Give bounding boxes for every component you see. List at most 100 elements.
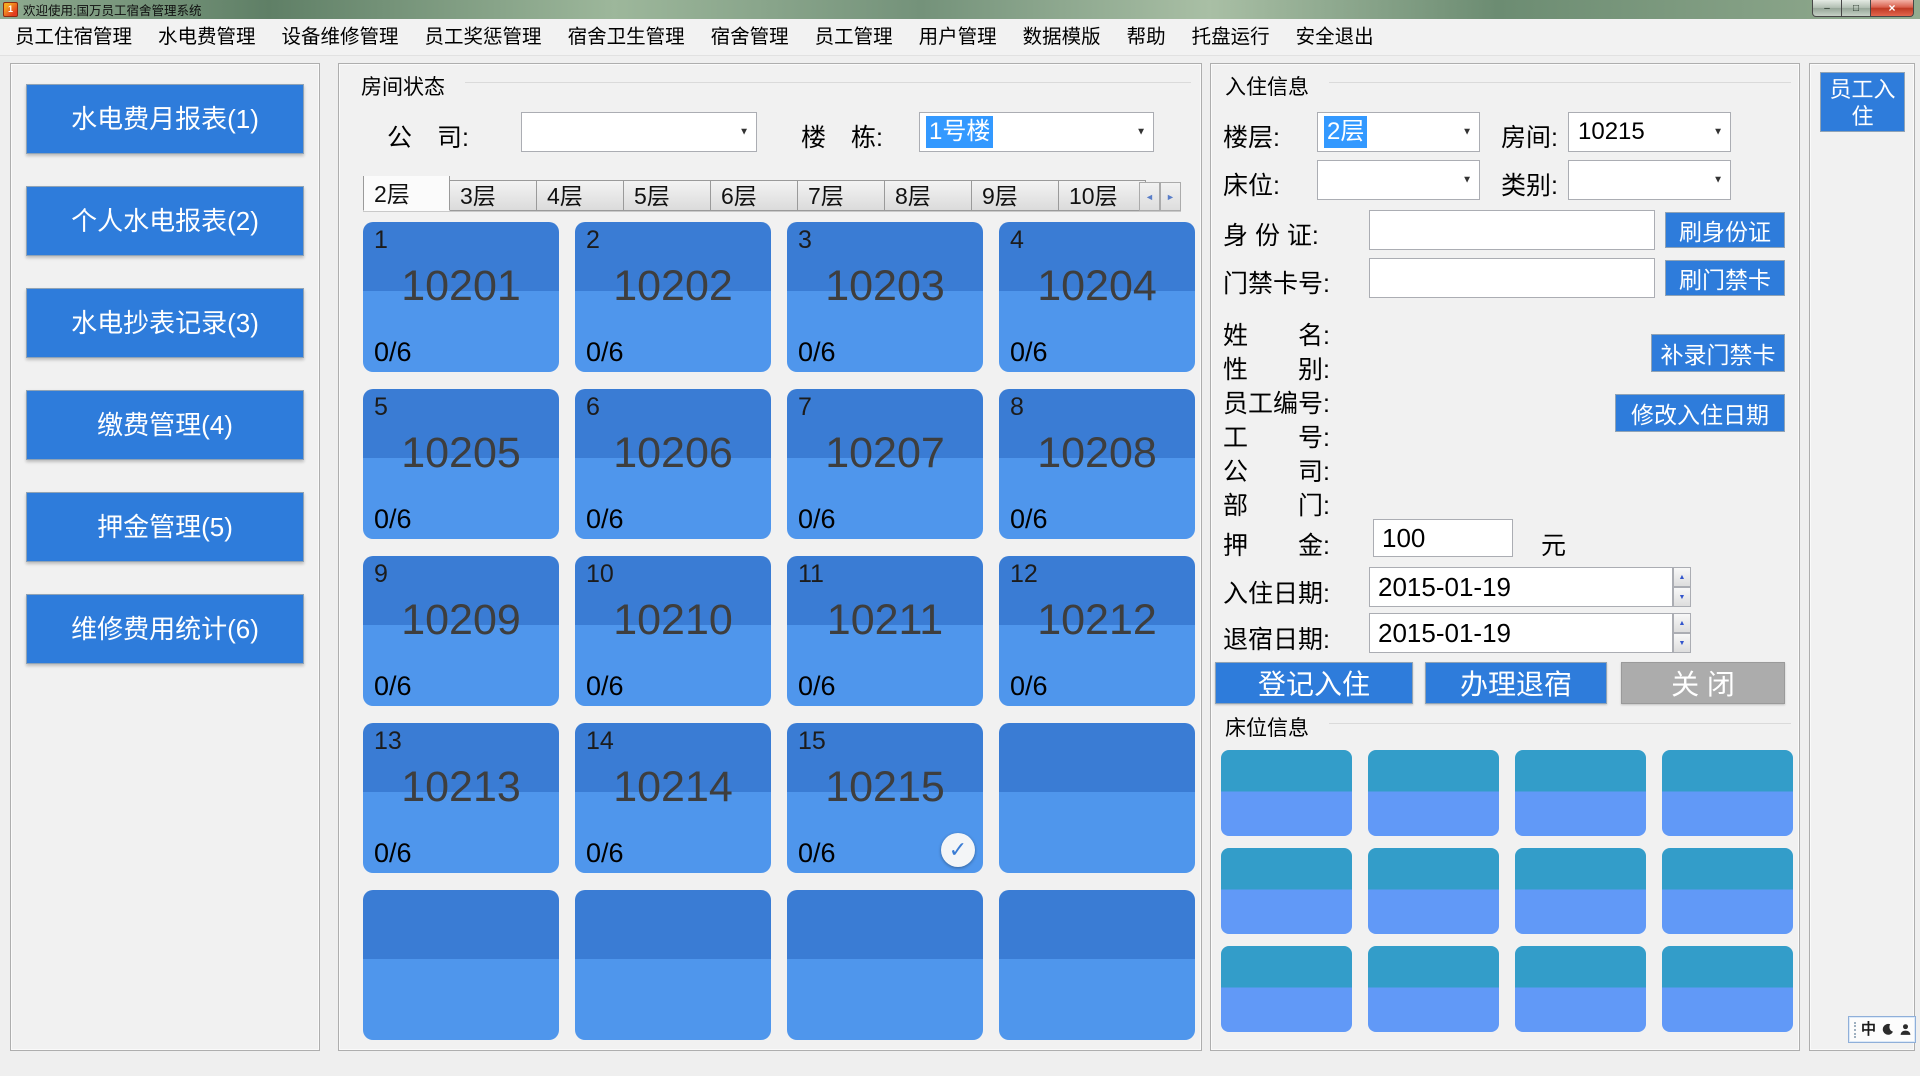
room-tile[interactable]: 3 10203 0/6 <box>787 222 983 372</box>
scan-id-button[interactable]: 刷身份证 <box>1665 212 1785 248</box>
room-tile-empty[interactable] <box>999 890 1195 1040</box>
staff-checkin-button[interactable]: 员工入住 <box>1820 72 1905 132</box>
checkout-date-input[interactable]: 2015-01-19 <box>1369 613 1673 653</box>
grip-icon[interactable] <box>1854 1022 1856 1038</box>
maximize-button[interactable]: □ <box>1841 0 1871 17</box>
floor-tab[interactable]: 8层 <box>885 180 972 211</box>
room-occupancy: 0/6 <box>374 671 412 702</box>
bed-tile[interactable] <box>1662 946 1793 1032</box>
room-tile[interactable]: 9 10209 0/6 <box>363 556 559 706</box>
sidebar-button[interactable]: 水电抄表记录(3) <box>26 288 304 358</box>
access-card-input[interactable] <box>1369 258 1655 298</box>
sidebar-button[interactable]: 水电费月报表(1) <box>26 84 304 154</box>
bed-tile[interactable] <box>1221 750 1352 836</box>
menu-item[interactable]: 员工管理 <box>802 19 906 55</box>
floor-tab[interactable]: 4层 <box>537 180 624 211</box>
menu-item[interactable]: 宿舍卫生管理 <box>555 19 698 55</box>
room-tile-empty[interactable] <box>363 890 559 1040</box>
checkin-date-input[interactable]: 2015-01-19 <box>1369 567 1673 607</box>
bed-tile[interactable] <box>1515 848 1646 934</box>
room-tile[interactable]: 7 10207 0/6 <box>787 389 983 539</box>
room-combo-value: 10215 <box>1575 116 1648 148</box>
room-number: 10203 <box>787 262 983 311</box>
menu-item[interactable]: 员工奖惩管理 <box>412 19 555 55</box>
floor-combo-value: 2层 <box>1324 116 1367 148</box>
sidebar-button[interactable]: 押金管理(5) <box>26 492 304 562</box>
bed-tile[interactable] <box>1368 848 1499 934</box>
spin-down-icon[interactable]: ▼ <box>1673 633 1691 653</box>
room-occupancy: 0/6 <box>798 337 836 368</box>
room-tile[interactable]: 10 10210 0/6 <box>575 556 771 706</box>
sidebar-button[interactable]: 个人水电报表(2) <box>26 186 304 256</box>
floor-tab[interactable]: 9层 <box>972 180 1059 211</box>
bed-tile[interactable] <box>1662 848 1793 934</box>
bed-panel-title: 床位信息 <box>1225 712 1317 742</box>
moon-icon[interactable] <box>1881 1023 1894 1036</box>
menu-item[interactable]: 宿舍管理 <box>698 19 802 55</box>
floor-tab[interactable]: 10层 <box>1059 180 1146 211</box>
close-button[interactable]: 关 闭 <box>1621 662 1785 704</box>
floor-tab[interactable]: 6层 <box>711 180 798 211</box>
checkout-button[interactable]: 办理退宿 <box>1425 662 1607 704</box>
minimize-button[interactable]: – <box>1812 0 1842 17</box>
room-tile[interactable]: 8 10208 0/6 <box>999 389 1195 539</box>
room-tile-empty[interactable] <box>575 890 771 1040</box>
menu-item[interactable]: 设备维修管理 <box>269 19 412 55</box>
floor-tab[interactable]: 3层 <box>450 180 537 211</box>
close-button[interactable]: × <box>1870 0 1914 17</box>
room-tile-empty[interactable] <box>999 723 1195 873</box>
makeup-card-button[interactable]: 补录门禁卡 <box>1651 334 1785 372</box>
menu-item[interactable]: 托盘运行 <box>1179 19 1283 55</box>
room-tile[interactable]: 13 10213 0/6 <box>363 723 559 873</box>
spin-down-icon[interactable]: ▼ <box>1673 587 1691 607</box>
sidebar-button[interactable]: 缴费管理(4) <box>26 390 304 460</box>
floor-tab[interactable]: 5层 <box>624 180 711 211</box>
menu-item[interactable]: 用户管理 <box>906 19 1010 55</box>
spin-up-icon[interactable]: ▲ <box>1673 613 1691 633</box>
floor-tab[interactable]: 7层 <box>798 180 885 211</box>
bed-tile[interactable] <box>1515 946 1646 1032</box>
checkin-button[interactable]: 登记入住 <box>1215 662 1413 704</box>
menu-item[interactable]: 安全退出 <box>1283 19 1387 55</box>
bed-tile[interactable] <box>1368 750 1499 836</box>
room-tile[interactable]: 4 10204 0/6 <box>999 222 1195 372</box>
room-tile[interactable]: 6 10206 0/6 <box>575 389 771 539</box>
ime-language-indicator[interactable]: 中 <box>1861 1017 1876 1042</box>
room-tile[interactable]: 14 10214 0/6 <box>575 723 771 873</box>
menu-item[interactable]: 帮助 <box>1114 19 1179 55</box>
deposit-input[interactable]: 100 <box>1373 519 1513 557</box>
bed-tile[interactable] <box>1221 848 1352 934</box>
room-tile[interactable]: 2 10202 0/6 <box>575 222 771 372</box>
modify-checkin-date-button[interactable]: 修改入住日期 <box>1615 394 1785 432</box>
room-tile[interactable]: 5 10205 0/6 <box>363 389 559 539</box>
sidebar-button[interactable]: 维修费用统计(6) <box>26 594 304 664</box>
room-occupancy: 0/6 <box>798 671 836 702</box>
id-card-input[interactable] <box>1369 210 1655 250</box>
room-tile[interactable]: 11 10211 0/6 <box>787 556 983 706</box>
room-tile-empty[interactable] <box>787 890 983 1040</box>
menu-item[interactable]: 员工住宿管理 <box>2 19 145 55</box>
spin-up-icon[interactable]: ▲ <box>1673 567 1691 587</box>
room-tile[interactable]: 12 10212 0/6 <box>999 556 1195 706</box>
building-combo[interactable]: 1号楼 ▼ <box>919 112 1154 152</box>
bed-tile[interactable] <box>1221 946 1352 1032</box>
bed-tile[interactable] <box>1368 946 1499 1032</box>
bed-tile[interactable] <box>1662 750 1793 836</box>
company-combo[interactable]: ▼ <box>521 112 757 152</box>
room-tile[interactable]: 1 10201 0/6 <box>363 222 559 372</box>
room-tile[interactable]: 15 10215 0/6 ✓ <box>787 723 983 873</box>
category-combo[interactable]: ▼ <box>1568 160 1731 200</box>
menu-item[interactable]: 数据模版 <box>1010 19 1114 55</box>
bed-combo[interactable]: ▼ <box>1317 160 1480 200</box>
tab-scroll-left-icon[interactable]: ◄ <box>1139 182 1160 211</box>
floor-tab[interactable]: 2层 <box>363 176 450 211</box>
floor-combo[interactable]: 2层 ▼ <box>1317 112 1480 152</box>
bed-tile[interactable] <box>1515 750 1646 836</box>
user-icon[interactable] <box>1899 1023 1912 1036</box>
checkin-date-label: 入住日期: <box>1223 574 1330 610</box>
tab-scroll-right-icon[interactable]: ► <box>1160 182 1181 211</box>
scan-card-button[interactable]: 刷门禁卡 <box>1665 260 1785 296</box>
room-occupancy: 0/6 <box>586 504 624 535</box>
menu-item[interactable]: 水电费管理 <box>145 19 269 55</box>
room-combo[interactable]: 10215 ▼ <box>1568 112 1731 152</box>
